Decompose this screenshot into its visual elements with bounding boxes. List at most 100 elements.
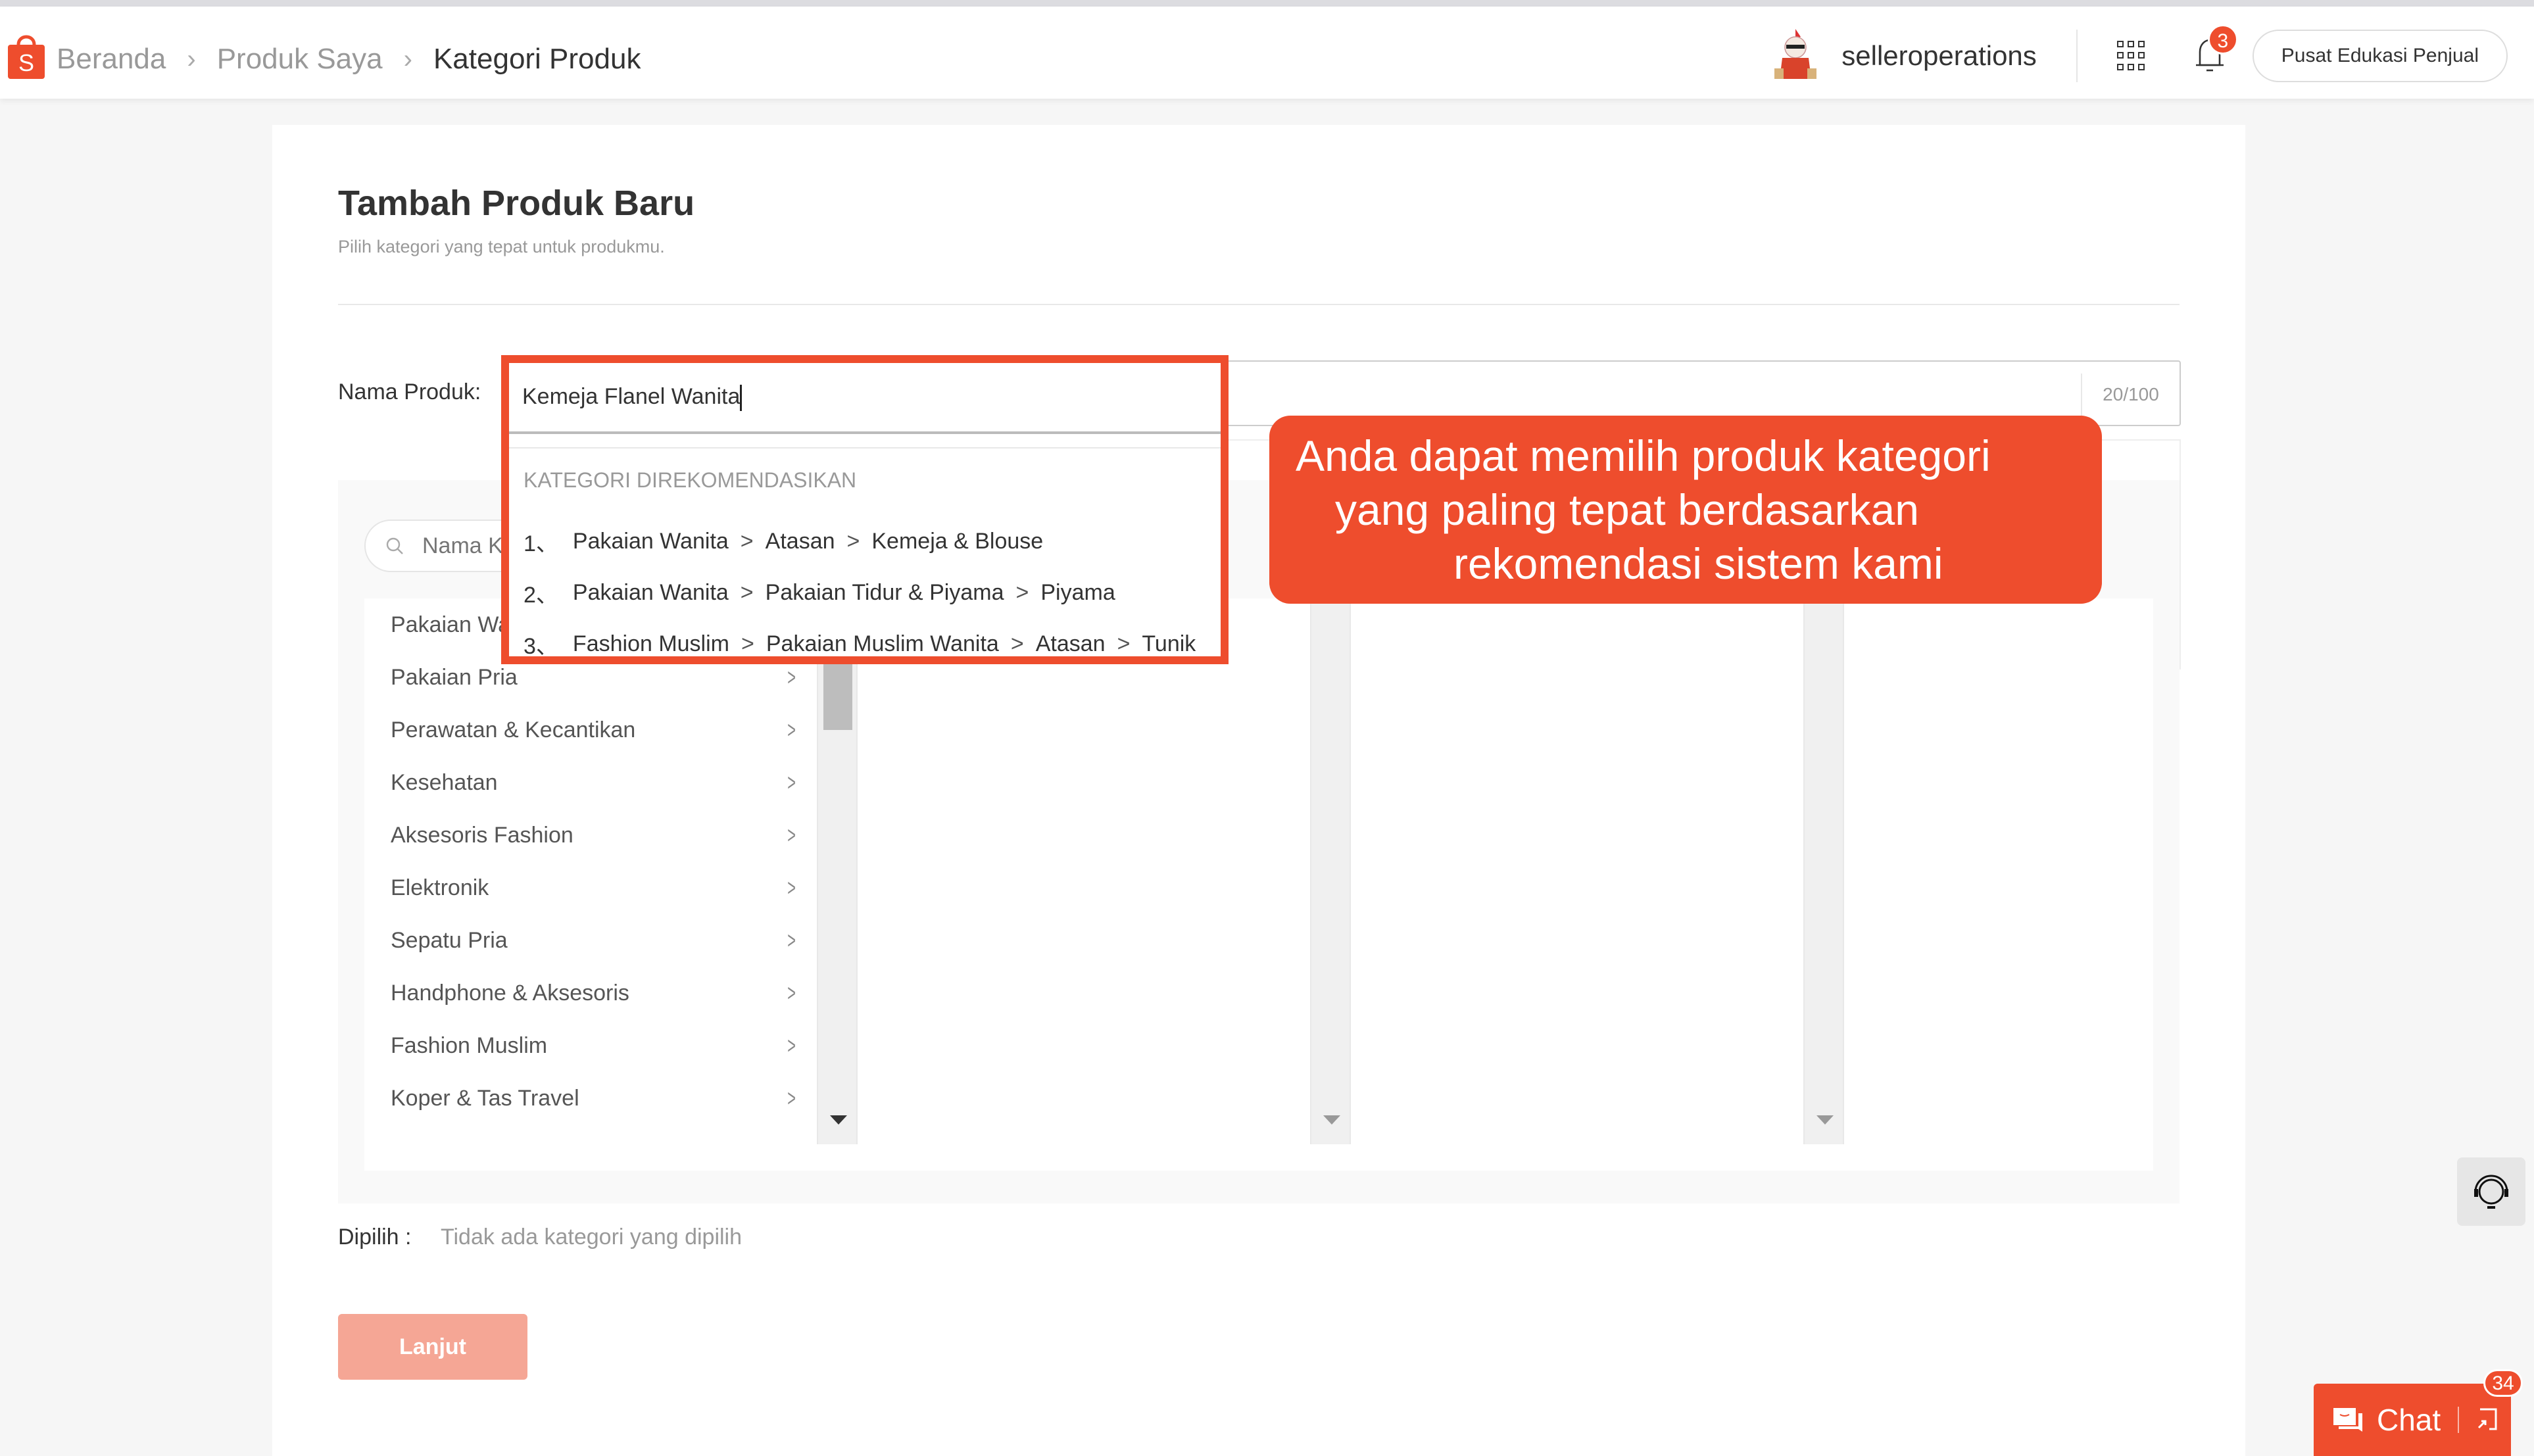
breadcrumb-home[interactable]: Beranda	[57, 43, 166, 76]
chevron-right-icon: >	[741, 631, 754, 656]
chevron-right-icon: >	[740, 528, 754, 554]
expand-icon[interactable]	[2475, 1408, 2498, 1432]
category-item[interactable]: Aksesoris Fashion >	[391, 809, 798, 861]
avatar[interactable]	[1769, 26, 1822, 85]
category-label: Kesehatan	[391, 769, 498, 795]
chat-button[interactable]: Chat	[2314, 1384, 2511, 1456]
category-label: Handphone & Aksesoris	[391, 980, 629, 1006]
scroll-down-arrow-icon[interactable]	[1323, 1115, 1340, 1125]
shopee-logo-icon[interactable]: S	[7, 32, 46, 79]
category-path-segment: Atasan	[1035, 631, 1106, 656]
category-label: Perawatan & Kecantikan	[391, 717, 636, 742]
scroll-down-arrow-icon[interactable]	[1816, 1115, 1834, 1125]
category-columns: Pakaian Wanita>Pakaian Pria>Perawatan & …	[364, 598, 2153, 1171]
main-card: Tambah Produk Baru Pilih kategori yang t…	[272, 125, 2245, 1456]
category-item[interactable]: Koper & Tas Travel >	[391, 1072, 798, 1125]
category-path-segment: Pakaian Wanita	[572, 579, 729, 605]
selected-category-value: Tidak ada kategori yang dipilih	[441, 1225, 743, 1250]
category-path-segment: Kemeja & Blouse	[871, 528, 1044, 554]
chevron-right-icon: >	[787, 979, 796, 1006]
scrollbar[interactable]	[1310, 598, 1351, 1144]
character-counter: 20/100	[2081, 374, 2180, 416]
recommended-category[interactable]: 2、 Pakaian Wanita > Pakaian Tidur & Piyama >…	[524, 567, 1196, 618]
recommendation-number: 1、	[524, 531, 558, 556]
chat-label: Chat	[2377, 1403, 2441, 1437]
category-item[interactable]: Sepatu Pria >	[391, 914, 798, 967]
notification-badge: 3	[2207, 24, 2238, 55]
product-name-word: Wanita	[671, 384, 741, 409]
category-label: Pakaian Pria	[391, 664, 518, 690]
category-path-segment: Fashion Muslim	[572, 631, 729, 656]
chevron-right-icon: >	[787, 874, 796, 901]
category-path-segment: Pakaian Muslim Wanita	[766, 631, 999, 656]
category-item[interactable]: Fashion Muslim >	[391, 1019, 798, 1072]
category-list: Pakaian Wanita>Pakaian Pria>Perawatan & …	[391, 598, 798, 1125]
customer-support-button[interactable]	[2457, 1157, 2525, 1226]
category-item[interactable]: Handphone & Aksesoris >	[391, 967, 798, 1019]
page-subtitle: Pilih kategori yang tepat untuk produkmu…	[338, 237, 665, 256]
chevron-right-icon: >	[1010, 631, 1024, 656]
category-path-segment: Tunik	[1142, 631, 1196, 656]
chevron-right-icon: >	[846, 528, 860, 554]
next-button[interactable]: Lanjut	[338, 1314, 527, 1380]
category-path-segment: Piyama	[1040, 579, 1115, 605]
category-label: Elektronik	[391, 875, 489, 900]
divider	[509, 447, 1221, 449]
text-caret	[740, 385, 743, 412]
recommendation-heading: KATEGORI DIREKOMENDASIKAN	[524, 468, 857, 492]
scrollbar[interactable]	[1803, 598, 1844, 1144]
recommendation-number: 3、	[524, 633, 558, 659]
top-header: S Beranda › Produk Saya › Kategori Produ…	[0, 7, 2534, 99]
chevron-right-icon: >	[787, 769, 796, 796]
recommendation-highlight: Kemeja Flanel Wanita KATEGORI DIREKOMEND…	[501, 355, 1229, 664]
divider	[2076, 30, 2078, 82]
category-path-segment: Pakaian Wanita	[572, 528, 729, 554]
chat-bubble-icon	[2333, 1408, 2362, 1432]
category-label: Fashion Muslim	[391, 1032, 548, 1058]
divider	[2458, 1407, 2460, 1433]
svg-text:S: S	[18, 49, 34, 76]
scroll-down-arrow-icon[interactable]	[830, 1115, 847, 1125]
headset-icon	[2474, 1175, 2508, 1209]
product-name-value: Kemeja Flanel Wanita	[522, 384, 743, 412]
breadcrumb-my-products[interactable]: Produk Saya	[217, 43, 383, 76]
chevron-right-icon: ›	[187, 44, 196, 74]
apps-grid-icon[interactable]	[2116, 41, 2147, 71]
seller-education-button[interactable]: Pusat Edukasi Penjual	[2252, 30, 2508, 82]
category-label: Aksesoris Fashion	[391, 822, 573, 848]
category-item[interactable]: Kesehatan >	[391, 756, 798, 809]
category-item[interactable]: Elektronik >	[391, 861, 798, 914]
category-label: Sepatu Pria	[391, 927, 508, 953]
chevron-right-icon: >	[787, 716, 796, 743]
callout-line: yang paling tepat berdasarkan	[1335, 485, 1919, 534]
chevron-right-icon: ›	[403, 44, 412, 74]
recommended-category[interactable]: 3、 Fashion Muslim > Pakaian Muslim Wanita > A…	[524, 618, 1196, 669]
category-path-segment: Pakaian Tidur & Piyama	[765, 579, 1004, 605]
top-border	[0, 0, 2534, 7]
recommended-category[interactable]: 1、 Pakaian Wanita > Atasan > Kemeja & Blouse	[524, 516, 1196, 567]
category-column-level-1: Pakaian Wanita>Pakaian Pria>Perawatan & …	[364, 598, 858, 1171]
breadcrumb: Beranda › Produk Saya › Kategori Produk	[57, 36, 641, 83]
chat-unread-badge: 34	[2483, 1369, 2523, 1397]
callout-line: Anda dapat memilih produk kategori	[1296, 431, 1991, 480]
chevron-right-icon: >	[787, 1032, 796, 1059]
chevron-right-icon: >	[787, 1084, 796, 1111]
product-name-label: Nama Produk:	[338, 379, 481, 404]
callout-line: rekomendasi sistem kami	[1453, 539, 1943, 588]
selected-category-label: Dipilih :	[338, 1225, 412, 1250]
chevron-right-icon: >	[787, 821, 796, 848]
chevron-right-icon: >	[787, 927, 796, 954]
scrollbar[interactable]	[817, 598, 858, 1144]
recommendation-list: 1、 Pakaian Wanita > Atasan > Kemeja & Blouse 2…	[524, 516, 1196, 669]
product-name-word: Kemeja	[522, 384, 604, 409]
category-item[interactable]: Perawatan & Kecantikan >	[391, 704, 798, 756]
breadcrumb-current: Kategori Produk	[433, 43, 641, 75]
annotation-callout: Anda dapat memilih produk kategori yang …	[1269, 416, 2102, 604]
category-column-level-3	[1351, 598, 1844, 1171]
category-label: Koper & Tas Travel	[391, 1085, 579, 1111]
notification-button[interactable]: 3	[2193, 24, 2238, 76]
product-name-input-focused[interactable]: Kemeja Flanel Wanita	[509, 363, 1221, 434]
page-title: Tambah Produk Baru	[338, 183, 695, 223]
username[interactable]: selleroperations	[1841, 40, 2037, 72]
recommendation-number: 2、	[524, 582, 558, 608]
